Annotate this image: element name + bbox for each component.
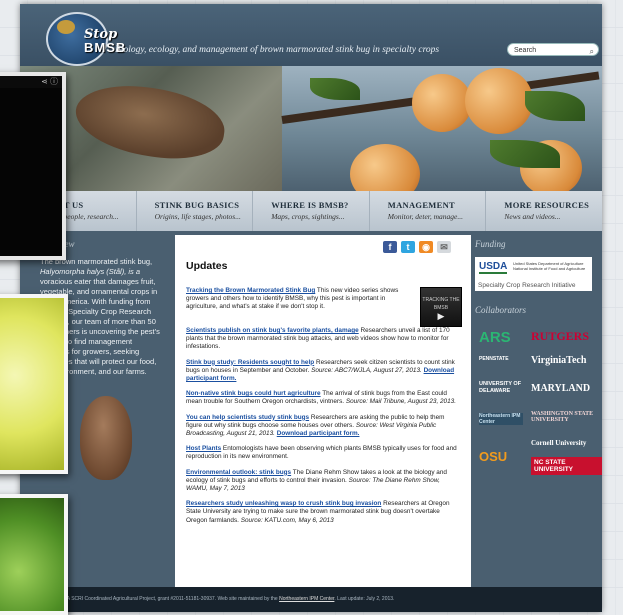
play-icon: ▶ xyxy=(437,311,445,322)
updates-title: Updates xyxy=(186,260,228,272)
funding-header: Funding xyxy=(475,239,506,249)
update-link[interactable]: Non-native stink bugs could hurt agricul… xyxy=(186,390,321,397)
social-links: f t ◉ ✉ xyxy=(383,241,451,253)
list-item: TRACKING THE BMSB ▶ Tracking the Brown Ma… xyxy=(186,287,462,327)
penn-state-logo[interactable]: PENNSTATE xyxy=(479,356,509,362)
facebook-icon[interactable]: f xyxy=(383,241,397,253)
nav-subtitle: Origins, life stages, photos... xyxy=(154,212,241,221)
update-source: Source: Mail Tribune, August 23, 2013. xyxy=(345,398,456,406)
footer-update-text: . Last update: July 2, 2013. xyxy=(334,596,395,602)
green-pepper-photo-card xyxy=(0,494,68,615)
site-footer: ...HPA SCRI Coordinated Agricultural Pro… xyxy=(20,587,602,612)
stink-bug-image xyxy=(80,396,132,480)
overview-line: Halyomorpha halys (Stål), is a xyxy=(40,267,141,276)
nav-stink-bug-basics[interactable]: STINK BUG BASICS Origins, life stages, ph… xyxy=(137,191,254,231)
list-item: Environmental outlook: stink bugs The Di… xyxy=(186,469,462,494)
update-link[interactable]: Host Plants xyxy=(186,445,221,452)
stink-bug-on-wood-image xyxy=(70,77,230,167)
nav-title: STINK BUG BASICS xyxy=(154,200,240,210)
overview-line: voracious eater that damages fruit, xyxy=(40,277,156,286)
scri-text: Specialty Crop Research Initiative xyxy=(478,282,576,289)
video-label: TRACKING THE BMSB xyxy=(422,297,460,312)
northeastern-ipm-logo[interactable]: Northeastern IPM Center xyxy=(479,413,523,425)
list-item: You can help scientists study stink bugs… xyxy=(186,414,462,439)
twitter-icon[interactable]: t xyxy=(401,241,415,253)
collaborator-logos: ARS RUTGERS PENNSTATE VirginiaTech UNIVE… xyxy=(475,323,602,493)
list-item: Non-native stink bugs could hurt agricul… xyxy=(186,390,462,406)
list-item: Researchers study unleashing wasp to cru… xyxy=(186,500,462,525)
usda-logo: USDA xyxy=(479,261,508,274)
footer-text: ...HPA SCRI Coordinated Agricultural Pro… xyxy=(56,596,280,602)
maryland-logo[interactable]: MARYLAND xyxy=(531,383,590,394)
updates-panel: f t ◉ ✉ Updates TRACKING THE BMSB ▶ Track… xyxy=(175,235,471,587)
rutgers-logo[interactable]: RUTGERS xyxy=(531,329,589,344)
nc-state-logo[interactable]: NC STATE UNIVERSITY xyxy=(531,457,602,475)
virginia-tech-logo[interactable]: VirginiaTech xyxy=(531,355,586,366)
washington-state-logo[interactable]: WASHINGTON STATE UNIVERSITY xyxy=(531,411,599,423)
updates-list: TRACKING THE BMSB ▶ Tracking the Brown Ma… xyxy=(186,287,462,532)
update-link[interactable]: Researchers study unleashing wasp to cru… xyxy=(186,500,381,507)
share-icon: ⋖ ⓘ xyxy=(0,76,62,88)
main-nav: ABOUT USProject, people, research... STI… xyxy=(20,191,602,231)
oregon-state-logo[interactable]: OSU xyxy=(479,449,507,464)
hero-banner xyxy=(20,66,602,191)
yellow-fruit-photo-card xyxy=(0,294,68,474)
search-input[interactable]: Search ⌕ xyxy=(507,43,599,56)
download-form-link[interactable]: Download participant form. xyxy=(277,430,360,437)
nav-title: MORE RESOURCES xyxy=(504,200,590,210)
nav-management[interactable]: MANAGEMENT Monitor, deter, manage... xyxy=(370,191,487,231)
site-tagline: Biology, ecology, and management of brow… xyxy=(115,45,440,55)
delaware-logo[interactable]: UNIVERSITY OF DELAWARE xyxy=(479,381,523,395)
peach-fruit xyxy=(412,74,472,132)
update-link[interactable]: You can help scientists study stink bugs xyxy=(186,414,309,421)
update-link[interactable]: Environmental outlook: stink bugs xyxy=(186,469,291,476)
footer-ipm-link[interactable]: Northeastern IPM Center xyxy=(279,596,334,602)
list-item: Stink bug study: Residents sought to hel… xyxy=(186,359,462,384)
nav-subtitle: News and videos... xyxy=(504,212,561,221)
cornell-logo[interactable]: Cornell University xyxy=(531,439,586,447)
update-link[interactable]: Scientists publish on stink bug's favori… xyxy=(186,327,359,334)
list-item: Host Plants Entomologists have been obse… xyxy=(186,445,462,461)
ars-logo[interactable]: ARS xyxy=(479,329,511,346)
update-source: Source: ABC7/WJLA, August 27, 2013. xyxy=(311,366,422,374)
stink-bug-logo-icon xyxy=(57,20,75,34)
update-source: Source: KATU.com, May 6, 2013 xyxy=(240,516,334,524)
email-icon[interactable]: ✉ xyxy=(437,241,451,253)
partners-sidebar: Funding USDA United States Department of… xyxy=(475,239,602,493)
nav-title: MANAGEMENT xyxy=(387,200,456,210)
nav-subtitle: Monitor, deter, manage... xyxy=(387,212,463,221)
update-text: Entomologists have been observing which … xyxy=(186,445,457,461)
rss-icon[interactable]: ◉ xyxy=(419,241,433,253)
update-link[interactable]: Tracking the Brown Marmorated Stink Bug xyxy=(186,287,315,294)
list-item: Scientists publish on stink bug's favori… xyxy=(186,327,462,352)
nav-more-resources[interactable]: MORE RESOURCES News and videos... xyxy=(486,191,602,231)
usda-funding-logo[interactable]: USDA United States Department of Agricul… xyxy=(475,257,592,291)
search-icon[interactable]: ⌕ xyxy=(590,45,594,58)
search-placeholder: Search xyxy=(514,47,537,54)
site-header: Stop BMSB Biology, ecology, and manageme… xyxy=(20,4,602,66)
website-page: Stop BMSB Biology, ecology, and manageme… xyxy=(20,4,602,612)
nav-where-is-bmsb[interactable]: WHERE IS BMSB? Maps, crops, sightings... xyxy=(253,191,370,231)
collaborators-header: Collaborators xyxy=(475,305,527,315)
usda-agency-text: United States Department of Agriculture … xyxy=(513,261,586,271)
peach-fruit xyxy=(465,68,533,134)
video-thumbnail[interactable]: TRACKING THE BMSB ▶ xyxy=(420,287,462,327)
update-link[interactable]: Stink bug study: Residents sought to hel… xyxy=(186,359,314,366)
nav-subtitle: Maps, crops, sightings... xyxy=(271,212,345,221)
phone-photo-card: ⋖ ⓘ xyxy=(0,72,66,260)
nav-title: WHERE IS BMSB? xyxy=(271,200,349,210)
